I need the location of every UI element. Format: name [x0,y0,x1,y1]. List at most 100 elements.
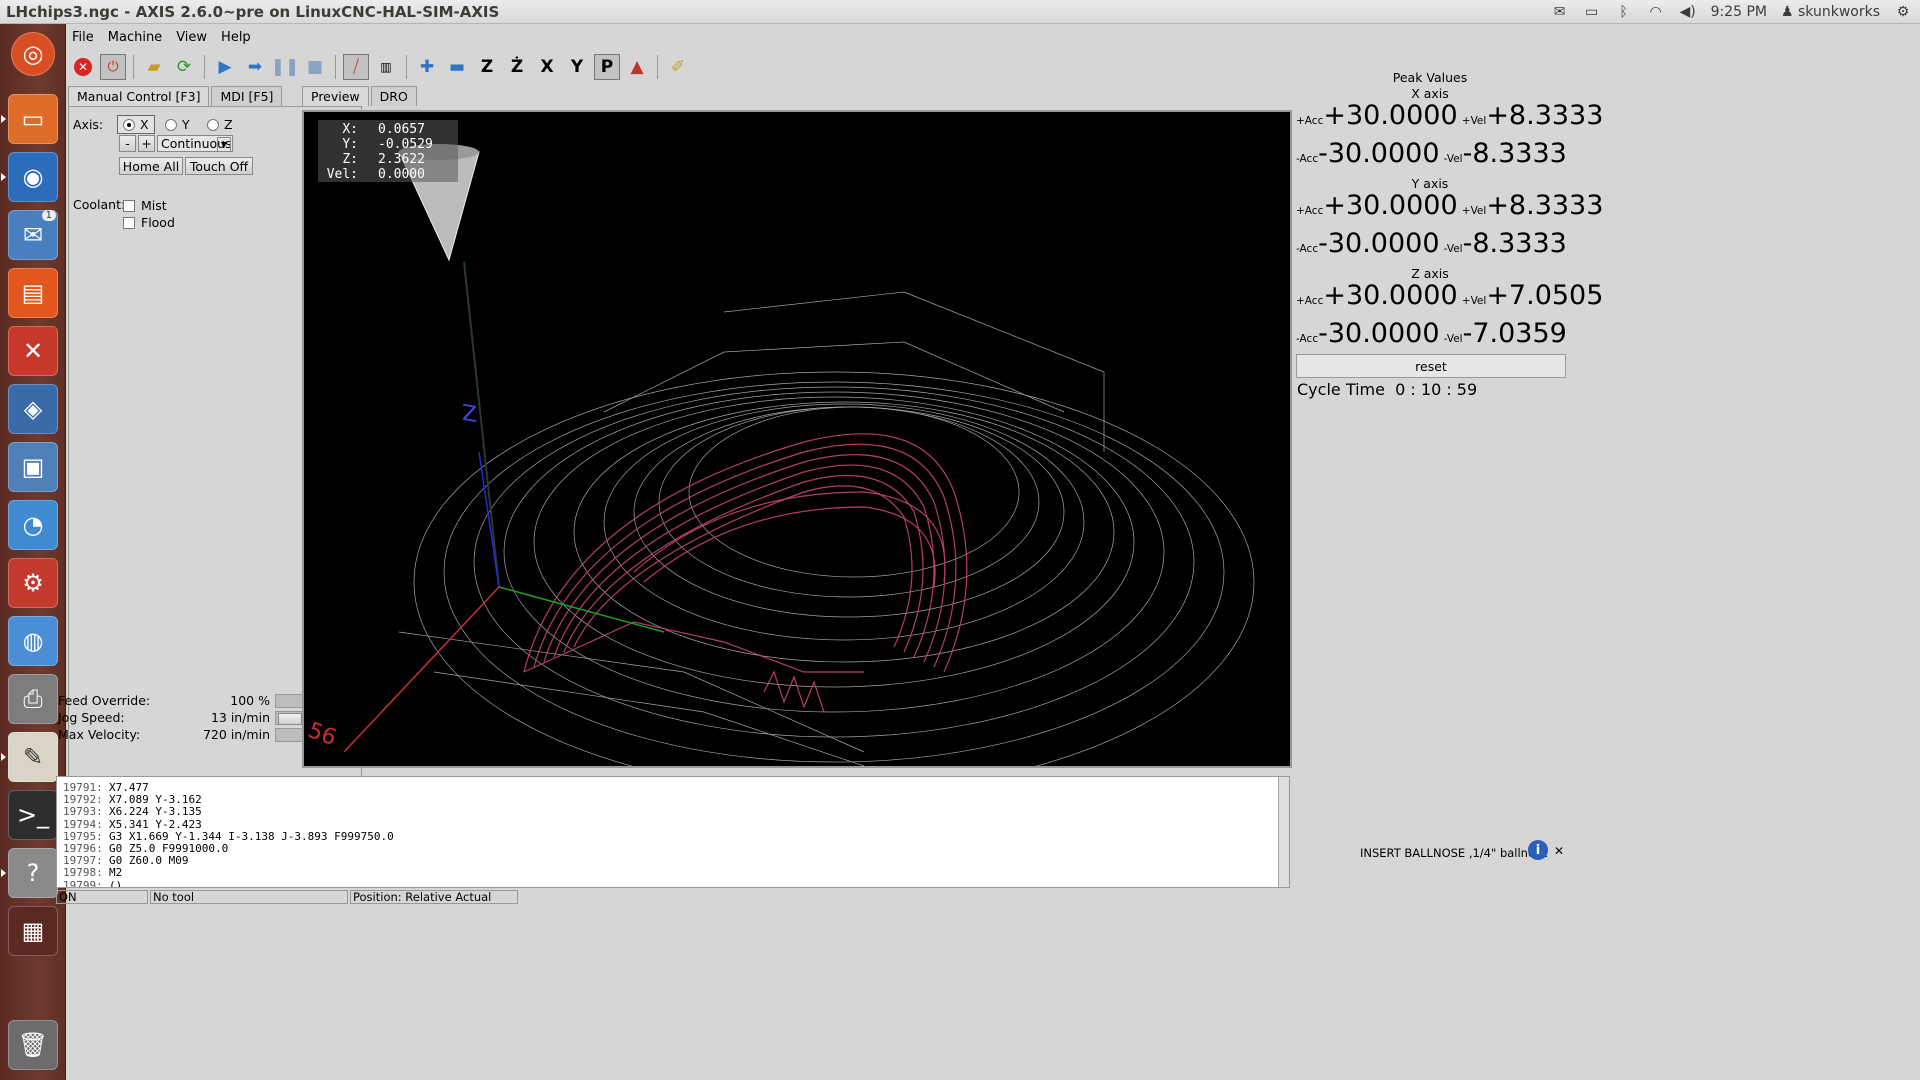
gcode-line[interactable]: 19795: G3 X1.669 Y-1.344 I-3.138 J-3.893 … [63,829,394,843]
gcode-scrollbar[interactable] [1278,777,1289,887]
view-rotated-z-button[interactable]: Ż [504,54,530,80]
launcher-system-settings-icon[interactable]: ⚙ [8,558,58,608]
gcode-line[interactable]: 19791: X7.477 [63,781,149,794]
view-rotated-z-icon: Ż [510,57,524,77]
gcode-line[interactable]: 19797: G0 Z60.0 M09 [63,854,188,867]
launcher-firefox-icon[interactable]: ◉ [1,152,58,202]
gcode-line[interactable]: 19799: () [63,879,122,887]
slider-thumb[interactable] [278,713,303,725]
menu-file[interactable]: File [72,30,94,45]
peak-x-plus-row: +Acc+30.0000 +Vel+8.3333 [1296,100,1603,136]
battery-icon[interactable]: ▭ [1583,4,1601,20]
bluetooth-icon[interactable]: ᛒ [1615,4,1633,20]
machine-power-button[interactable]: ⏻ [100,54,126,80]
view-z-button[interactable]: Z [474,54,500,80]
menu-view[interactable]: View [176,30,207,45]
launcher-settings-icon[interactable]: ✕ [8,326,58,376]
toolpath-canvas[interactable] [304,112,1290,766]
toggle-tool-button[interactable]: ▲ [624,54,650,80]
gcode-line[interactable]: 19798: M2 [63,866,122,880]
toolbar-separator [133,55,134,79]
peak-z-axis-title: Z axis [1411,266,1449,281]
tab-dro[interactable]: DRO [370,86,417,106]
estop-button[interactable]: ✕ [70,54,96,80]
launcher-workspaces-icon[interactable]: ▦ [8,906,58,956]
launcher-chromium-icon[interactable]: ◍ [8,616,58,666]
z-vel-plus-value: +7.0505 [1486,280,1604,311]
status-machine-state: ON [56,890,148,904]
axis-radio-z[interactable]: Z [207,117,233,132]
toolpath-preview[interactable]: Z 56 X: 0.0657 Y: -0.0529 Z: 2.3622 Vel: 0.0… [302,110,1292,768]
wifi-icon[interactable]: ◠ [1647,4,1665,20]
reload-button[interactable]: ⟳ [171,54,197,80]
launcher-software-icon[interactable]: ▤ [8,268,58,318]
dro-y-row: Y: -0.0529 [318,137,458,152]
mail-icon[interactable]: ✉ [1551,4,1569,20]
jog-mode-select[interactable]: Continuous ▼ [157,135,233,152]
top-panel: LHchips3.ngc - AXIS 2.6.0~pre on LinuxCN… [0,0,1920,24]
block-delete-button[interactable]: ⧸ [343,54,369,80]
jog-minus-button[interactable]: - [119,135,136,152]
step-button[interactable]: ➡ [242,54,268,80]
tab-preview[interactable]: Preview [302,86,369,106]
zoom-in-button[interactable]: ✚ [414,54,440,80]
menu-help[interactable]: Help [221,30,251,45]
close-message-icon[interactable]: ✕ [1554,844,1564,858]
gcode-line-text: G0 Z5.0 F9991000.0 [109,842,229,855]
clock[interactable]: 9:25 PM [1711,4,1767,20]
launcher-chat-icon[interactable]: ◔ [8,500,58,550]
stop-button[interactable]: ■ [302,54,328,80]
launcher-help-icon[interactable]: ? [1,848,58,898]
flood-checkbox[interactable]: Flood [123,215,175,230]
touch-off-button[interactable]: Touch Off [185,157,253,175]
jog-plus-button[interactable]: + [138,135,155,152]
y-vel-minus-value: -8.3333 [1462,228,1567,259]
acc-minus-label: -Acc [1296,153,1319,165]
gcode-listing[interactable]: 19791: X7.477 19792: X7.089 Y-3.162 19793: X6… [56,776,1290,888]
gcode-line[interactable]: 19792: X7.089 Y-3.162 [63,793,202,806]
block-delete-icon: ⧸ [353,57,359,77]
launcher-printer-icon[interactable]: ⎙ [8,674,58,724]
menu-machine[interactable]: Machine [108,30,162,45]
axis-radio-y[interactable]: Y [165,117,190,132]
window-title: LHchips3.ngc - AXIS 2.6.0~pre on LinuxCN… [6,3,500,21]
gear-icon[interactable]: ⚙ [1894,4,1912,20]
tab-mdi[interactable]: MDI [F5] [211,86,283,106]
gcode-line[interactable]: 19796: G0 Z5.0 F9991000.0 [63,842,229,855]
pause-icon: ❚❚ [270,57,300,77]
z-acc-minus-value: -30.0000 [1318,318,1440,349]
pause-button[interactable]: ❚❚ [270,54,300,80]
peak-y-minus-row: -Acc-30.0000 -Vel-8.3333 [1296,228,1567,264]
cycle-time-value: 0 : 10 : 59 [1395,380,1478,399]
coolant-label: Coolant: [73,197,126,212]
tool-cone-icon: ▲ [630,57,644,77]
launcher-terminal-icon[interactable]: >_ [8,790,58,840]
home-all-button[interactable]: Home All [119,157,183,175]
launcher-files-icon[interactable]: ▭ [1,94,58,144]
axis-radio-x[interactable]: X [117,115,155,134]
view-p-button[interactable]: P [594,54,620,80]
launcher-virtualbox-icon[interactable]: ◈ [8,384,58,434]
launcher-text-editor-icon[interactable]: ✎ [1,732,58,782]
clear-plot-button[interactable]: ✐ [665,54,691,80]
launcher-remote-desktop-icon[interactable]: ▣ [8,442,58,492]
launcher-ubuntu-icon[interactable]: ◎ [11,32,55,76]
gcode-line[interactable]: 19794: X5.341 Y-2.423 [63,818,202,831]
gcode-line-number: 19798: [63,866,103,880]
gcode-line[interactable]: 19793: X6.224 Y-3.135 [63,805,202,818]
reset-button[interactable]: reset [1296,354,1566,378]
user-menu[interactable]: ♟ skunkworks [1781,4,1880,20]
mist-checkbox[interactable]: Mist [123,198,167,213]
run-button[interactable]: ▶ [212,54,238,80]
launcher-trash-icon[interactable]: 🗑 [8,1020,58,1070]
optional-stop-button[interactable]: ▥ [373,54,399,80]
tab-manual-control[interactable]: Manual Control [F3] [68,86,210,106]
view-x-button[interactable]: X [534,54,560,80]
launcher-thunderbird-icon[interactable]: ✉ 1 [8,210,58,260]
gcode-line-number: 19795: [63,829,103,843]
open-file-button[interactable]: ▰ [141,54,167,80]
toolbar-separator [657,55,658,79]
view-y-button[interactable]: Y [564,54,590,80]
volume-icon[interactable]: ◀) [1679,4,1697,20]
zoom-out-button[interactable]: ▬ [444,54,470,80]
